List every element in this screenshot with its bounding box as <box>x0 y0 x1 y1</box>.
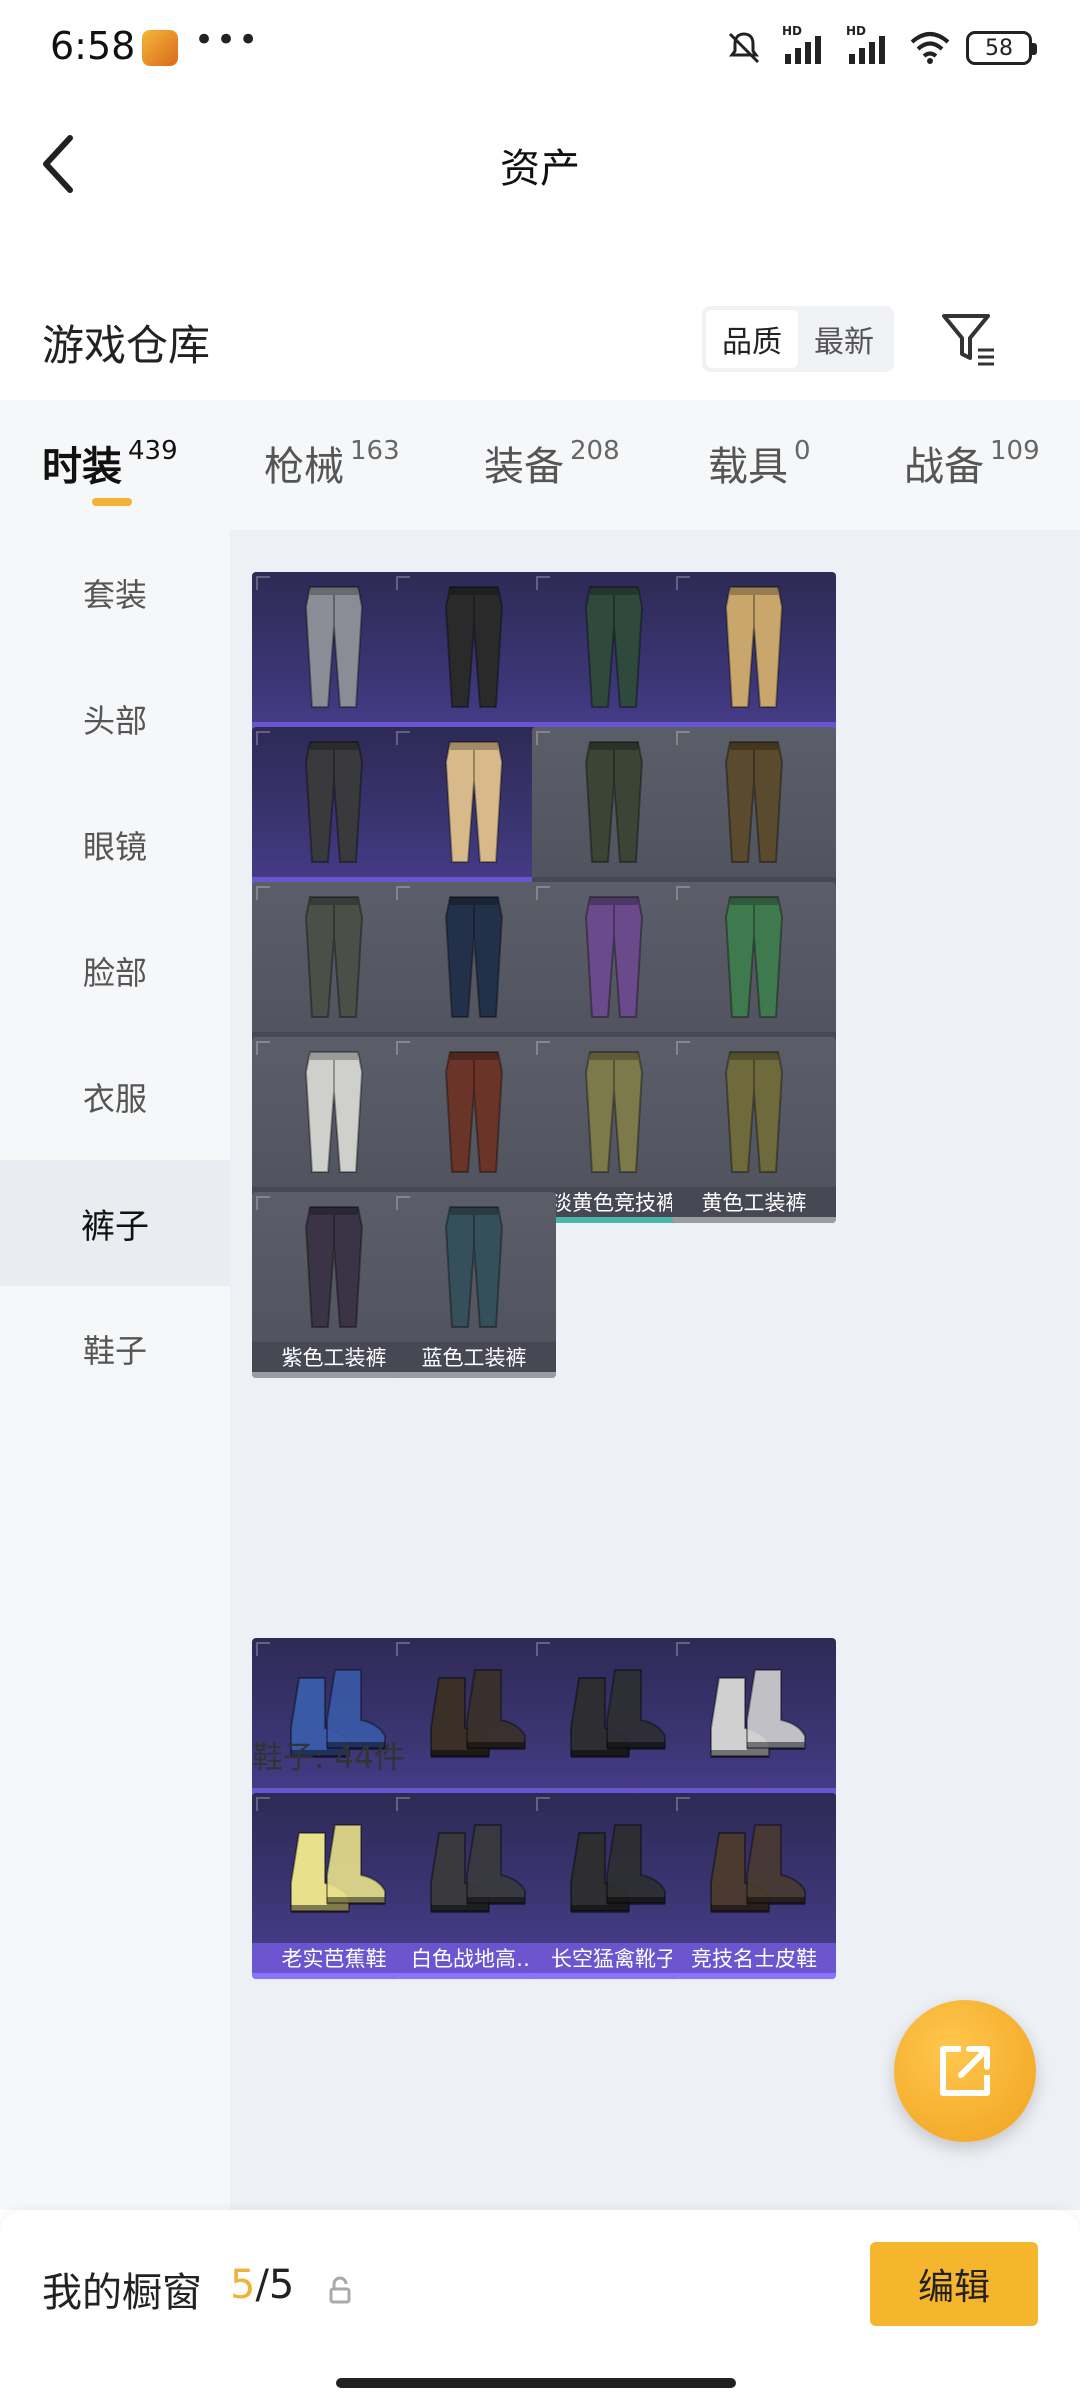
tab-count: 439 <box>128 436 178 466</box>
tab-count: 109 <box>990 436 1040 466</box>
subcategory-sidebar: 套装 头部 眼镜 脸部 衣服 裤子 鞋子 <box>0 530 230 2210</box>
filter-icon[interactable] <box>938 308 998 370</box>
tab-label: 载具 <box>708 444 788 490</box>
sidebar-item-glasses[interactable]: 眼镜 <box>0 782 230 908</box>
tab-count: 208 <box>570 436 620 466</box>
sidebar-item-suits[interactable]: 套装 <box>0 530 230 656</box>
tab-label: 装备 <box>484 444 564 490</box>
item-name-banner: 蓝色工装裤 <box>392 1342 556 1372</box>
rarity-bar <box>392 1372 556 1378</box>
item-name: 竞技名士皮鞋 <box>691 1947 817 1971</box>
pants-item-image <box>672 727 836 877</box>
item-name: 淡黄色竞技裤 <box>551 1191 677 1215</box>
hd-label: HD <box>846 24 867 38</box>
sidebar-item-pants[interactable]: 裤子 <box>0 1160 230 1286</box>
item-grid: 灰色格斗者…雪山精英裤子丛林猎人长裤黄色伏地魔…竞技勇士朋…卡其色运动…蓝彩格斗… <box>230 530 1080 2210</box>
item-name-banner: 竞技名士皮鞋 <box>672 1943 836 1973</box>
status-bar: 6:58 ••• HD HD 58 <box>0 0 1080 100</box>
sort-by-quality[interactable]: 品质 <box>706 310 798 368</box>
pants-item-image <box>672 1037 836 1187</box>
item-name: 紫色工装裤 <box>281 1346 387 1370</box>
showcase-bar: 我的橱窗 5/5 编辑 <box>0 2210 1080 2400</box>
edit-button[interactable]: 编辑 <box>870 2242 1038 2326</box>
tab-equipment[interactable]: 装备 208 <box>484 434 620 504</box>
tab-count: 163 <box>350 436 400 466</box>
rarity-bar <box>672 1217 836 1223</box>
sidebar-item-face[interactable]: 脸部 <box>0 908 230 1034</box>
warehouse-header: 游戏仓库 品质 最新 <box>0 290 1080 400</box>
pants-item-card[interactable]: 蓝色工装裤 <box>392 1192 556 1378</box>
signal-2-icon: HD <box>844 24 894 68</box>
sidebar-item-head[interactable]: 头部 <box>0 656 230 782</box>
battery-icon: 58 <box>966 31 1037 65</box>
share-fab-button[interactable] <box>894 2000 1036 2142</box>
sort-toggle: 品质 最新 <box>702 306 894 372</box>
app-notification-icon <box>142 30 178 66</box>
page-title: 资产 <box>500 146 580 192</box>
item-name: 老实芭蕉鞋 <box>281 1947 387 1971</box>
shoes-item-image <box>672 1638 836 1788</box>
pants-item-image <box>392 1192 556 1342</box>
tab-guns[interactable]: 枪械 163 <box>264 434 400 504</box>
tab-label: 枪械 <box>264 444 344 490</box>
sidebar-item-clothes[interactable]: 衣服 <box>0 1034 230 1160</box>
wifi-icon <box>908 28 952 68</box>
lock-icon <box>328 2276 352 2304</box>
mute-icon <box>722 28 766 68</box>
showcase-count: 5/5 <box>230 2262 294 2308</box>
item-name: 蓝色工装裤 <box>421 1346 527 1370</box>
tab-label: 时装 <box>42 444 122 490</box>
showcase-total: /5 <box>255 2262 295 2308</box>
more-notifications-icon: ••• <box>194 20 261 60</box>
home-indicator <box>336 2378 736 2388</box>
rarity-bar <box>672 1973 836 1979</box>
warehouse-title: 游戏仓库 <box>42 321 211 370</box>
sidebar-item-shoes[interactable]: 鞋子 <box>0 1286 230 1412</box>
item-name: 白色战地高… <box>411 1947 537 1971</box>
category-tabs: 时装 439 枪械 163 装备 208 载具 0 战备 109 <box>0 400 1080 530</box>
shoes-section-label: 鞋子: 44件 <box>252 1740 405 1776</box>
tab-vehicles[interactable]: 载具 0 <box>708 434 811 504</box>
sort-by-newest[interactable]: 最新 <box>798 310 890 368</box>
shoes-item-card[interactable]: 竞技名士皮鞋 <box>672 1793 836 1979</box>
hd-label: HD <box>782 24 803 38</box>
tab-count: 0 <box>794 436 811 466</box>
shoes-item-image <box>672 1793 836 1943</box>
header: 资产 <box>0 100 1080 230</box>
pants-item-image <box>672 572 836 722</box>
active-tab-indicator <box>92 498 132 506</box>
signal-1-icon: HD <box>780 24 830 68</box>
item-name: 长空猛禽靴子 <box>551 1947 677 1971</box>
item-name: 黄色工装裤 <box>701 1191 807 1215</box>
external-link-icon <box>940 2046 990 2096</box>
tab-label: 战备 <box>904 444 984 490</box>
showcase-title: 我的橱窗 <box>42 2270 202 2316</box>
clock: 6:58 <box>50 24 136 68</box>
showcase-current: 5 <box>230 2262 256 2308</box>
tab-battle-gear[interactable]: 战备 109 <box>904 434 1040 504</box>
pants-item-card[interactable]: 黄色工装裤 <box>672 1037 836 1223</box>
pants-item-image <box>672 882 836 1032</box>
tab-fashion[interactable]: 时装 439 <box>42 434 178 504</box>
item-name-banner: 黄色工装裤 <box>672 1187 836 1217</box>
